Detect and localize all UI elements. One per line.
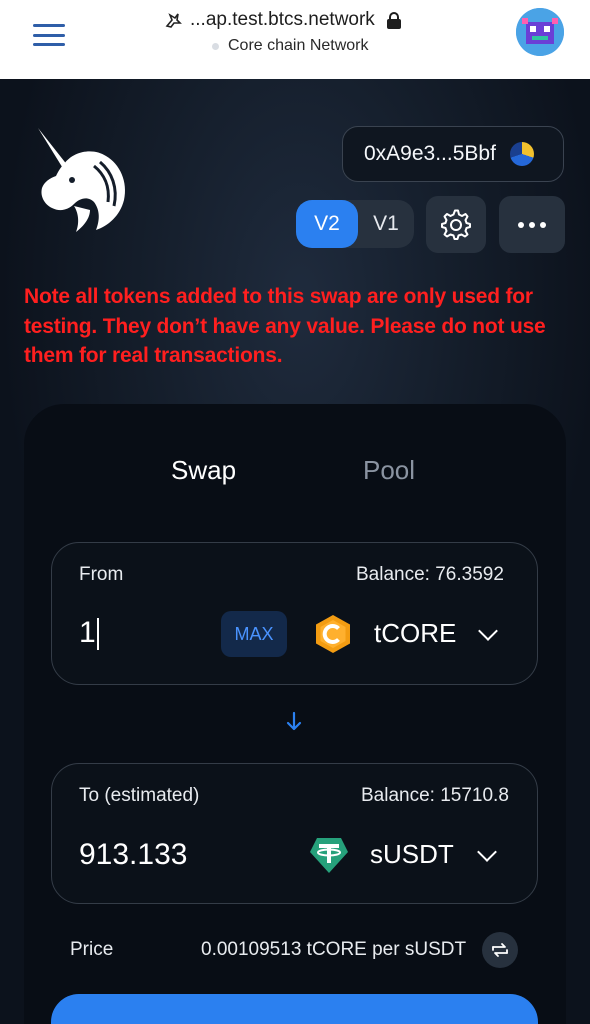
more-dot-icon xyxy=(529,221,535,228)
settings-button[interactable] xyxy=(426,196,486,253)
url-text: ...ap.test.btcs.network xyxy=(190,9,375,30)
testnet-warning: Note all tokens added to this swap are o… xyxy=(24,285,546,367)
tab-swap[interactable]: Swap xyxy=(171,455,236,486)
to-label: To (estimated) xyxy=(79,785,200,806)
version-toggle: V2 V1 xyxy=(296,200,414,248)
version-v1-button[interactable]: V1 xyxy=(358,200,414,248)
to-balance: Balance: 15710.8 xyxy=(361,785,509,806)
to-token-selector[interactable]: sUSDT xyxy=(370,839,454,870)
wallet-avatar-icon xyxy=(509,142,534,166)
address-bar[interactable]: ...ap.test.btcs.network xyxy=(164,8,434,32)
price-label: Price xyxy=(70,939,114,960)
profile-avatar[interactable] xyxy=(516,8,564,56)
core-token-icon xyxy=(316,615,350,653)
lock-icon xyxy=(386,12,401,29)
more-dot-icon xyxy=(540,221,546,228)
version-v2-button[interactable]: V2 xyxy=(296,200,358,248)
from-token-selector[interactable]: tCORE xyxy=(374,618,456,649)
swap-arrows-icon xyxy=(492,943,508,957)
avatar-icon xyxy=(516,8,564,56)
swap-action-button[interactable] xyxy=(51,994,538,1024)
invert-price-button[interactable] xyxy=(482,932,518,968)
usdt-token-icon xyxy=(310,838,348,873)
text-cursor xyxy=(96,618,99,651)
more-dot-icon xyxy=(518,221,524,228)
arrow-down-icon[interactable] xyxy=(284,710,304,734)
wallet-address-button[interactable]: 0xA9e3...5Bbf xyxy=(342,126,564,182)
browser-bar: ...ap.test.btcs.network Core chain Netwo… xyxy=(0,0,590,79)
menu-icon[interactable] xyxy=(33,24,65,46)
wallet-address: 0xA9e3...5Bbf xyxy=(364,142,496,165)
status-dot-icon xyxy=(212,42,219,50)
network-text: Core chain Network xyxy=(228,37,369,54)
price-value: 0.00109513 tCORE per sUSDT xyxy=(201,939,467,960)
from-label: From xyxy=(79,564,124,585)
from-amount-input[interactable]: 1 xyxy=(79,616,99,651)
tab-pool[interactable]: Pool xyxy=(363,455,415,486)
unicorn-logo-icon xyxy=(38,128,126,232)
gear-icon xyxy=(441,209,471,240)
from-balance: Balance: 76.3592 xyxy=(356,564,504,585)
network-label: Core chain Network xyxy=(212,36,369,56)
from-amount-value: 1 xyxy=(79,616,96,649)
max-button[interactable]: MAX xyxy=(221,611,287,657)
site-favicon-icon xyxy=(165,13,182,28)
to-amount-input[interactable]: 913.133 xyxy=(79,838,187,872)
more-options-button[interactable] xyxy=(499,196,565,253)
